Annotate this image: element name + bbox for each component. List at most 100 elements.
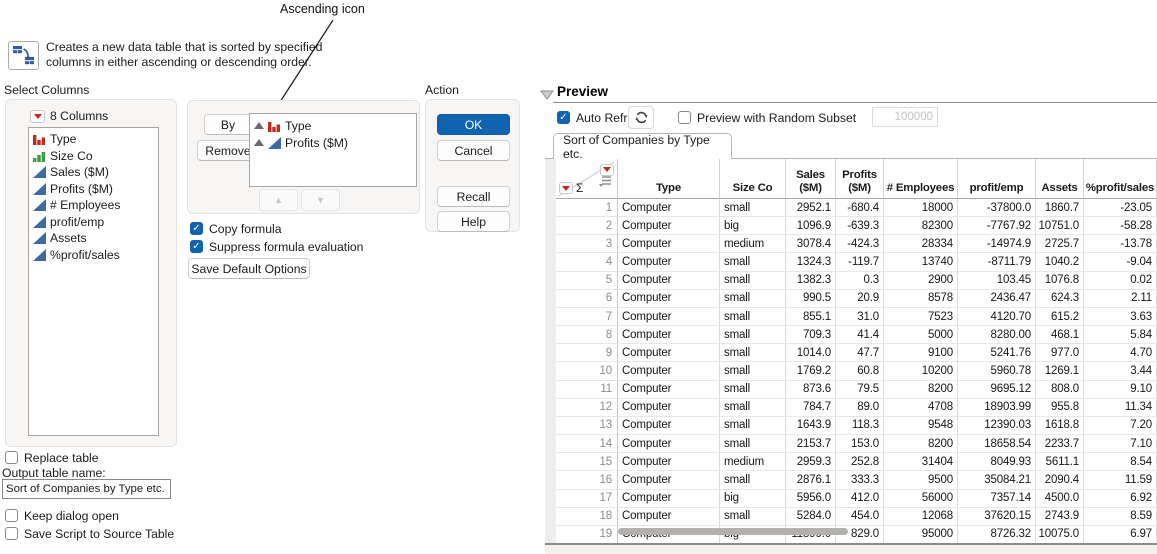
row-number[interactable]: 18 xyxy=(556,508,618,526)
row-number[interactable]: 7 xyxy=(556,308,618,326)
column-header[interactable]: %profit/sales xyxy=(1084,159,1157,199)
random-subset-input[interactable] xyxy=(872,107,938,127)
cell: small xyxy=(720,253,786,271)
rows-panel-icon[interactable] xyxy=(599,175,611,187)
random-subset-checkbox[interactable]: Preview with Random Subset xyxy=(678,110,856,125)
sigma-icon[interactable]: Σ xyxy=(576,181,583,195)
continuous-icon xyxy=(33,216,46,228)
by-item[interactable]: Type xyxy=(250,117,416,134)
cell: 412.0 xyxy=(836,490,884,508)
column-header[interactable]: Sales ($M) xyxy=(786,159,836,199)
output-table-name-input[interactable] xyxy=(2,479,171,499)
column-item[interactable]: Assets xyxy=(29,230,158,247)
row-number[interactable]: 1 xyxy=(556,199,618,217)
cell: 784.7 xyxy=(786,399,836,417)
cell: -58.28 xyxy=(1084,217,1157,235)
column-header[interactable]: Profits ($M) xyxy=(836,159,884,199)
cell: 18658.54 xyxy=(958,435,1036,453)
cell: small xyxy=(720,399,786,417)
row-number[interactable]: 2 xyxy=(556,217,618,235)
red-triangle-menu-icon[interactable] xyxy=(30,110,45,123)
row-number[interactable]: 12 xyxy=(556,399,618,417)
move-down-button[interactable]: ▼ xyxy=(301,189,340,211)
cell: 31404 xyxy=(884,453,958,471)
cell: -23.05 xyxy=(1084,199,1157,217)
column-item[interactable]: profit/emp xyxy=(29,214,158,231)
save-default-options-button[interactable]: Save Default Options xyxy=(188,258,310,279)
row-number[interactable]: 5 xyxy=(556,272,618,290)
cell: 6.92 xyxy=(1084,490,1157,508)
cell: 5960.78 xyxy=(958,362,1036,380)
column-item[interactable]: Size Co xyxy=(29,148,158,165)
disclosure-triangle-icon[interactable] xyxy=(540,89,554,100)
row-number[interactable]: 14 xyxy=(556,435,618,453)
move-up-button[interactable]: ▲ xyxy=(259,189,298,211)
ok-button[interactable]: OK xyxy=(437,114,510,135)
cancel-button[interactable]: Cancel xyxy=(437,140,510,161)
row-number[interactable]: 16 xyxy=(556,471,618,489)
cell: 855.1 xyxy=(786,308,836,326)
column-item[interactable]: Sales ($M) xyxy=(29,164,158,181)
row-number[interactable]: 17 xyxy=(556,490,618,508)
table-row: 5Computersmall1382.30.32900103.451076.80… xyxy=(556,272,1157,290)
column-item[interactable]: %profit/sales xyxy=(29,247,158,264)
copy-formula-checkbox[interactable]: ✓ Copy formula xyxy=(190,221,281,236)
cell: 2959.3 xyxy=(786,453,836,471)
cell: Computer xyxy=(618,362,720,380)
cell: 1382.3 xyxy=(786,272,836,290)
rows-red-triangle-menu-icon[interactable] xyxy=(600,164,614,176)
suppress-formula-checkbox[interactable]: ✓ Suppress formula evaluation xyxy=(190,239,363,254)
cell: Computer xyxy=(618,199,720,217)
cell: medium xyxy=(720,235,786,253)
row-number[interactable]: 19 xyxy=(556,526,618,544)
nominal-icon xyxy=(268,120,281,132)
ascending-icon[interactable] xyxy=(254,119,264,133)
cell: 2233.7 xyxy=(1036,435,1084,453)
row-number[interactable]: 9 xyxy=(556,344,618,362)
save-script-checkbox[interactable]: Save Script to Source Table xyxy=(5,526,174,541)
column-header[interactable]: Type xyxy=(618,159,720,199)
cell: 11.59 xyxy=(1084,471,1157,489)
by-listbox[interactable]: TypeProfits ($M) xyxy=(249,113,417,187)
recall-button[interactable]: Recall xyxy=(437,186,510,207)
row-number[interactable]: 15 xyxy=(556,453,618,471)
cell: 12390.03 xyxy=(958,417,1036,435)
row-number[interactable]: 3 xyxy=(556,235,618,253)
preview-tab-label: Sort of Companies by Type etc. xyxy=(563,133,731,161)
replace-table-checkbox[interactable]: Replace table xyxy=(5,450,99,465)
column-item[interactable]: Type xyxy=(29,131,158,148)
column-header[interactable]: profit/emp xyxy=(958,159,1036,199)
refresh-button[interactable] xyxy=(628,106,654,129)
row-number[interactable]: 10 xyxy=(556,362,618,380)
columns-listbox[interactable]: TypeSize CoSales ($M)Profits ($M)# Emplo… xyxy=(28,127,159,436)
cell: 8726.32 xyxy=(958,526,1036,544)
ascending-icon[interactable] xyxy=(254,136,264,150)
column-item[interactable]: # Employees xyxy=(29,197,158,214)
columns-menu[interactable]: 8 Columns xyxy=(30,109,108,123)
columns-red-triangle-menu-icon[interactable] xyxy=(559,182,573,194)
checkbox-checked-icon: ✓ xyxy=(190,240,203,253)
column-item-label: profit/emp xyxy=(50,215,104,229)
cell: 4500.0 xyxy=(1036,490,1084,508)
keep-dialog-open-checkbox[interactable]: Keep dialog open xyxy=(5,508,119,523)
column-header[interactable]: # Employees xyxy=(884,159,958,199)
column-header[interactable]: Size Co xyxy=(720,159,786,199)
row-number[interactable]: 4 xyxy=(556,253,618,271)
column-header[interactable]: Assets xyxy=(1036,159,1084,199)
preview-tab[interactable]: Sort of Companies by Type etc. xyxy=(553,133,732,159)
column-item[interactable]: Profits ($M) xyxy=(29,181,158,198)
cell: 7.10 xyxy=(1084,435,1157,453)
cell: -9.04 xyxy=(1084,253,1157,271)
row-number[interactable]: 8 xyxy=(556,326,618,344)
by-item-label: Type xyxy=(285,119,311,133)
cell: 2725.7 xyxy=(1036,235,1084,253)
by-button[interactable]: By xyxy=(204,114,252,135)
cell: 955.8 xyxy=(1036,399,1084,417)
horizontal-scrollbar-thumb[interactable] xyxy=(618,528,848,535)
row-number[interactable]: 11 xyxy=(556,381,618,399)
row-number[interactable]: 6 xyxy=(556,290,618,308)
by-item[interactable]: Profits ($M) xyxy=(250,134,416,151)
row-number[interactable]: 13 xyxy=(556,417,618,435)
cell: 10200 xyxy=(884,362,958,380)
help-button[interactable]: Help xyxy=(437,211,510,232)
